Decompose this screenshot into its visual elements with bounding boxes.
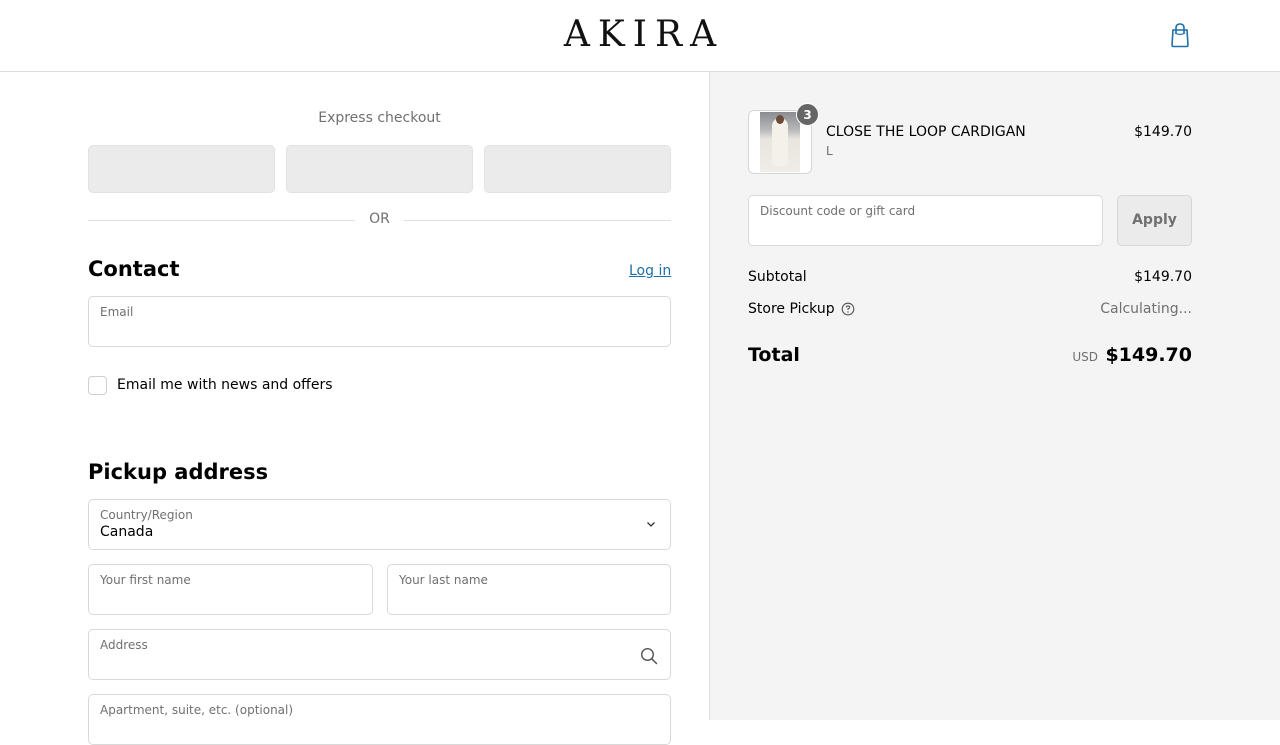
country-select-label: Country/Region	[100, 508, 193, 522]
country-select[interactable]: Country/Region Canada	[88, 499, 671, 550]
address-field[interactable]: Address	[88, 629, 671, 680]
express-pay-button-3[interactable]	[484, 145, 671, 193]
chevron-down-icon	[647, 522, 655, 527]
apartment-placeholder: Apartment, suite, etc. (optional)	[100, 703, 294, 717]
product-variant: L	[826, 144, 833, 158]
shipping-value: Calculating...	[1100, 301, 1192, 317]
product-figure	[772, 118, 788, 166]
product-image	[760, 112, 800, 172]
first-name-placeholder: Your first name	[100, 573, 191, 587]
total-currency: USD	[1072, 350, 1098, 364]
contact-heading: Contact	[88, 257, 180, 281]
checkout-main: Express checkout OR Contact Log in Email…	[0, 72, 710, 745]
site-header: AKIRA	[0, 0, 1280, 72]
express-pay-button-1[interactable]	[88, 145, 275, 193]
express-pay-button-2[interactable]	[286, 145, 473, 193]
country-select-value: Canada	[100, 524, 154, 540]
product-price: $149.70	[1134, 124, 1192, 140]
order-summary: 3 CLOSE THE LOOP CARDIGAN L $149.70 Disc…	[710, 72, 1280, 720]
help-circle-icon[interactable]	[841, 302, 855, 316]
subtotal-value: $149.70	[1134, 269, 1192, 285]
store-logo[interactable]: AKIRA	[0, 14, 1280, 55]
pickup-address-heading: Pickup address	[88, 460, 269, 484]
search-icon[interactable]	[640, 647, 658, 665]
discount-code-input[interactable]: Discount code or gift card	[748, 195, 1103, 246]
or-label: OR	[369, 211, 390, 227]
divider-line	[404, 220, 671, 221]
first-name-field[interactable]: Your first name	[88, 564, 373, 615]
product-name: CLOSE THE LOOP CARDIGAN	[826, 124, 1026, 140]
total-value: $149.70	[1105, 344, 1192, 366]
express-checkout-title: Express checkout	[318, 110, 441, 126]
shipping-label: Store Pickup	[748, 301, 835, 317]
email-field-label: Email	[100, 305, 134, 319]
address-placeholder: Address	[100, 638, 148, 652]
apply-discount-button[interactable]: Apply	[1117, 195, 1192, 246]
email-field[interactable]: Email	[88, 296, 671, 347]
last-name-field[interactable]: Your last name	[387, 564, 671, 615]
total-label: Total	[748, 344, 800, 366]
login-link[interactable]: Log in	[629, 263, 671, 279]
shopping-bag-icon[interactable]	[1168, 22, 1192, 48]
product-figure-head	[776, 115, 784, 124]
discount-placeholder: Discount code or gift card	[760, 204, 916, 218]
quantity-badge: 3	[796, 103, 819, 126]
newsletter-checkbox[interactable]	[88, 376, 107, 395]
last-name-placeholder: Your last name	[399, 573, 488, 587]
subtotal-label: Subtotal	[748, 269, 807, 285]
newsletter-label: Email me with news and offers	[117, 377, 333, 393]
or-divider: OR	[88, 211, 671, 229]
